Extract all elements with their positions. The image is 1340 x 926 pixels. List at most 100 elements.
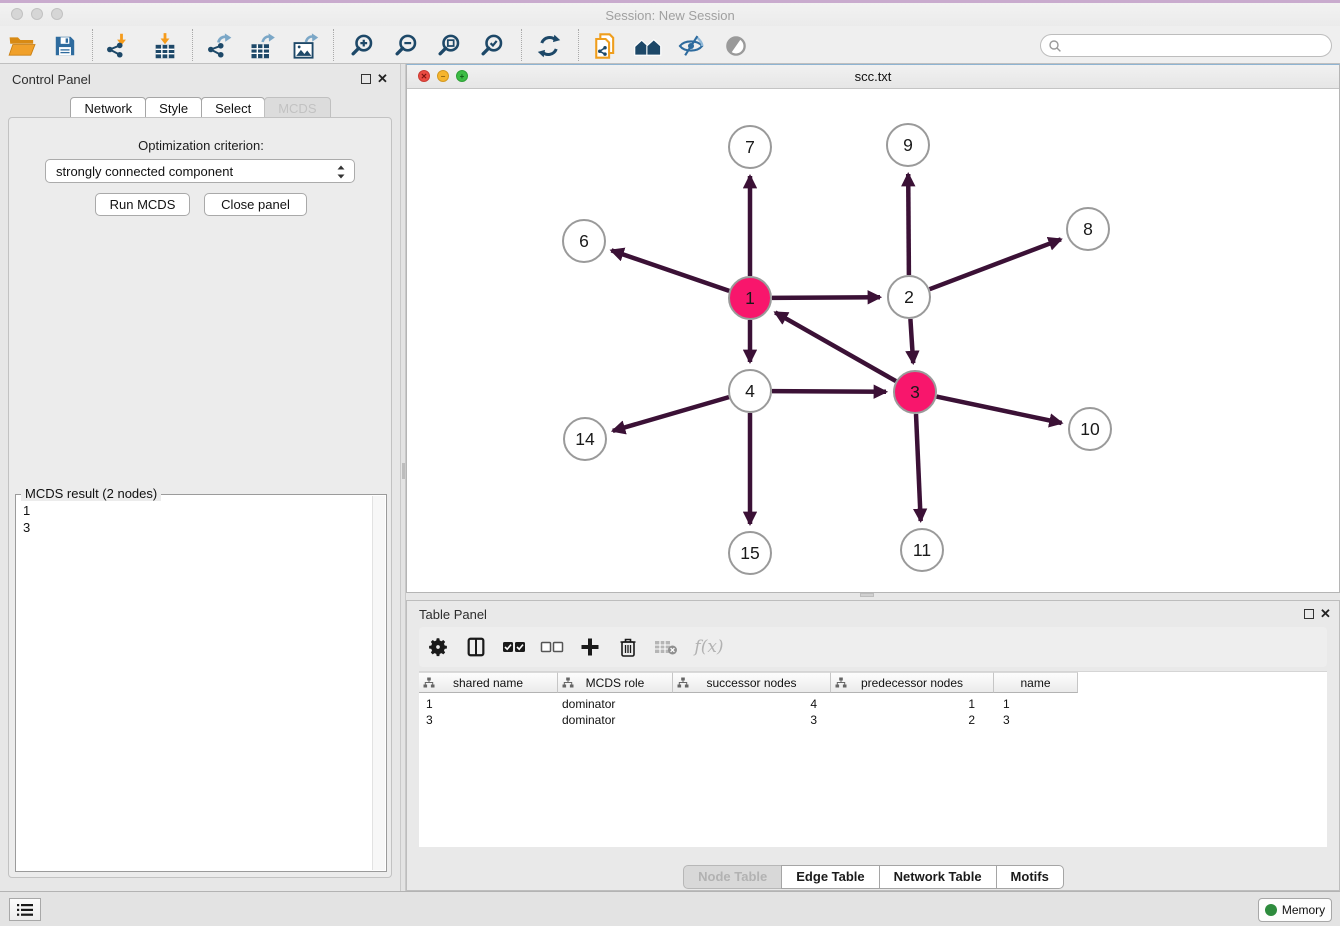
svg-text:15: 15 bbox=[740, 543, 759, 563]
node-7[interactable]: 7 bbox=[729, 126, 771, 168]
close-panel-button[interactable]: Close panel bbox=[204, 193, 307, 216]
cell-name: 3 bbox=[994, 713, 1078, 729]
close-table-panel-icon[interactable]: ✕ bbox=[1320, 609, 1331, 619]
network-window-title: scc.txt bbox=[407, 69, 1339, 84]
zoom-out-icon[interactable] bbox=[388, 29, 424, 62]
window-title: Session: New Session bbox=[0, 8, 1340, 23]
zoom-fit-icon[interactable] bbox=[431, 29, 467, 62]
mcds-result-group: MCDS result (2 nodes) 13 bbox=[15, 494, 387, 872]
svg-text:10: 10 bbox=[1080, 419, 1100, 439]
column-header-predecessor-nodes[interactable]: predecessor nodes bbox=[831, 672, 994, 693]
toolbar-separator bbox=[192, 29, 193, 61]
edge-2-3[interactable] bbox=[910, 319, 913, 363]
edge-4-14[interactable] bbox=[613, 397, 729, 431]
memory-button[interactable]: Memory bbox=[1258, 898, 1332, 922]
deselect-all-checkboxes-icon[interactable] bbox=[533, 629, 571, 665]
import-network-icon[interactable] bbox=[100, 29, 136, 62]
create-column-plus-icon[interactable] bbox=[571, 629, 609, 665]
export-network-icon[interactable] bbox=[201, 29, 237, 62]
float-table-panel-icon[interactable] bbox=[1304, 609, 1314, 619]
node-15[interactable]: 15 bbox=[729, 532, 771, 574]
search-input[interactable] bbox=[1062, 39, 1331, 53]
svg-text:6: 6 bbox=[579, 231, 589, 251]
export-image-icon[interactable] bbox=[287, 29, 323, 62]
table-header-row: shared nameMCDS rolesuccessor nodesprede… bbox=[419, 672, 1327, 693]
criterion-dropdown[interactable]: strongly connected component bbox=[45, 159, 355, 183]
list-icon bbox=[16, 903, 34, 917]
delete-table-icon bbox=[647, 629, 685, 665]
mcds-panel: Optimization criterion: strongly connect… bbox=[8, 117, 392, 878]
svg-text:2: 2 bbox=[904, 287, 914, 307]
clone-network-icon[interactable] bbox=[587, 29, 623, 62]
edge-1-2[interactable] bbox=[772, 297, 880, 298]
edge-3-10[interactable] bbox=[937, 397, 1062, 423]
tab-mcds[interactable]: MCDS bbox=[264, 97, 330, 119]
horizontal-splitter-grip[interactable] bbox=[860, 593, 874, 597]
zoom-in-icon[interactable] bbox=[344, 29, 380, 62]
save-session-icon[interactable] bbox=[47, 29, 83, 62]
open-session-icon[interactable] bbox=[4, 29, 40, 62]
column-header-successor-nodes[interactable]: successor nodes bbox=[673, 672, 831, 693]
svg-text:11: 11 bbox=[913, 540, 931, 560]
table-row[interactable]: 3dominator323 bbox=[419, 713, 1327, 729]
tab-style[interactable]: Style bbox=[145, 97, 202, 119]
edge-4-3[interactable] bbox=[772, 391, 886, 392]
tab-edge-table[interactable]: Edge Table bbox=[781, 865, 879, 889]
column-header-shared-name[interactable]: shared name bbox=[419, 672, 558, 693]
memory-label: Memory bbox=[1282, 903, 1325, 917]
delete-column-trash-icon[interactable] bbox=[609, 629, 647, 665]
tab-network-table[interactable]: Network Table bbox=[879, 865, 997, 889]
network-window-titlebar[interactable]: ✕ − + scc.txt bbox=[407, 65, 1339, 89]
node-10[interactable]: 10 bbox=[1069, 408, 1111, 450]
svg-text:8: 8 bbox=[1083, 219, 1093, 239]
main-toolbar bbox=[0, 26, 1340, 64]
edge-2-8[interactable] bbox=[930, 239, 1061, 289]
node-2[interactable]: 2 bbox=[888, 276, 930, 318]
float-panel-icon[interactable] bbox=[361, 74, 371, 84]
show-columns-icon[interactable] bbox=[457, 629, 495, 665]
edge-2-9[interactable] bbox=[908, 174, 909, 275]
cell-shared-name: 3 bbox=[419, 713, 558, 729]
tab-select[interactable]: Select bbox=[201, 97, 265, 119]
hide-panels-eye-icon[interactable] bbox=[673, 29, 709, 62]
close-panel-icon[interactable]: ✕ bbox=[377, 74, 388, 84]
dropdown-stepper-icon bbox=[336, 162, 346, 182]
first-neighbors-icon[interactable] bbox=[630, 29, 666, 62]
select-all-checkboxes-icon[interactable] bbox=[495, 629, 533, 665]
node-9[interactable]: 9 bbox=[887, 124, 929, 166]
node-14[interactable]: 14 bbox=[564, 418, 606, 460]
result-scrollbar[interactable] bbox=[372, 496, 385, 870]
table-panel: Table Panel ✕ f(x) shared nameMCDS roles… bbox=[406, 600, 1340, 891]
table-settings-gear-icon[interactable] bbox=[419, 629, 457, 665]
node-8[interactable]: 8 bbox=[1067, 208, 1109, 250]
task-history-button[interactable] bbox=[9, 898, 41, 921]
column-header-mcds-role[interactable]: MCDS role bbox=[558, 672, 673, 693]
splitter-grip[interactable] bbox=[402, 463, 405, 479]
gray-lens-icon[interactable] bbox=[718, 29, 754, 62]
tab-network[interactable]: Network bbox=[70, 97, 146, 119]
column-header-name[interactable]: name bbox=[994, 672, 1078, 693]
control-panel-tabs: NetworkStyleSelectMCDS bbox=[0, 97, 400, 119]
edge-3-11[interactable] bbox=[916, 414, 921, 521]
node-11[interactable]: 11 bbox=[901, 529, 943, 571]
node-3[interactable]: 3 bbox=[894, 371, 936, 413]
refresh-view-icon[interactable] bbox=[531, 29, 567, 62]
tab-node-table[interactable]: Node Table bbox=[683, 865, 782, 889]
export-table-icon[interactable] bbox=[244, 29, 280, 62]
status-bar: Memory bbox=[0, 891, 1340, 926]
edge-1-6[interactable] bbox=[611, 250, 729, 291]
node-4[interactable]: 4 bbox=[729, 370, 771, 412]
svg-text:9: 9 bbox=[903, 135, 913, 155]
node-1[interactable]: 1 bbox=[729, 277, 771, 319]
memory-status-icon bbox=[1265, 904, 1277, 916]
svg-text:3: 3 bbox=[910, 382, 920, 402]
node-6[interactable]: 6 bbox=[563, 220, 605, 262]
table-row[interactable]: 1dominator411 bbox=[419, 697, 1327, 713]
zoom-selected-icon[interactable] bbox=[474, 29, 510, 62]
edge-3-1[interactable] bbox=[775, 312, 896, 381]
tab-motifs[interactable]: Motifs bbox=[996, 865, 1064, 889]
cell-successor-nodes: 4 bbox=[673, 697, 831, 713]
search-box[interactable] bbox=[1040, 34, 1332, 57]
import-table-icon[interactable] bbox=[147, 29, 183, 62]
run-mcds-button[interactable]: Run MCDS bbox=[95, 193, 190, 216]
